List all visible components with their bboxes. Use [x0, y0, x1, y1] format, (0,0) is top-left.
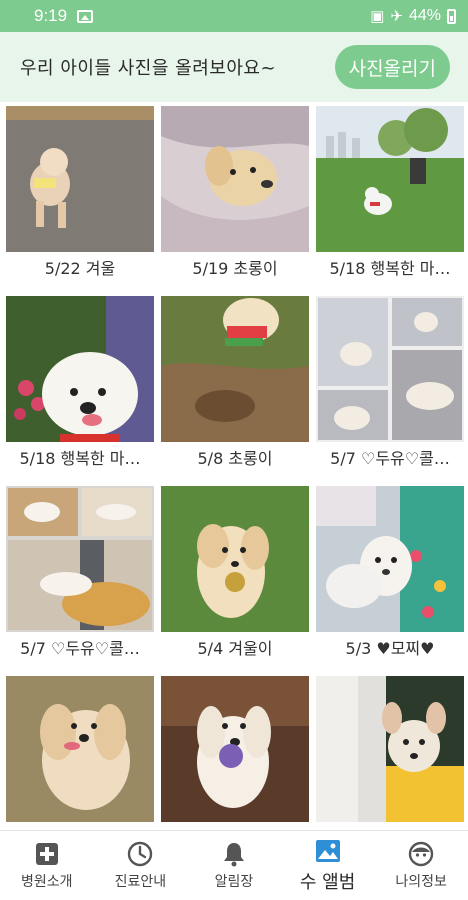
photo-thumbnail[interactable] [6, 676, 154, 822]
photo-thumbnail[interactable] [161, 296, 309, 442]
album-item[interactable]: 5/4 겨울이 [161, 486, 309, 676]
nav-hospital-info[interactable]: 병원소개 [0, 831, 94, 900]
image-icon [315, 838, 341, 864]
image-notification-icon [77, 9, 94, 23]
status-bar: 9:19 ▣ ✈ 44% [0, 0, 468, 32]
bottom-nav: 병원소개 진료안내 알림장 수 앨범 나의정보 [0, 830, 468, 900]
album-item[interactable]: 5/18 행복한 마… [6, 296, 154, 486]
airplane-mode-icon: ✈ [390, 7, 403, 25]
photo-thumbnail[interactable] [6, 296, 154, 442]
album-item[interactable]: 5/8 초롱이 [161, 296, 309, 486]
photo-thumbnail[interactable] [6, 486, 154, 632]
photo-caption: 5/7 ♡두유♡콜… [330, 449, 450, 468]
photo-thumbnail[interactable] [316, 676, 464, 822]
photo-caption: 5/18 행복한 마… [19, 449, 141, 468]
photo-caption: 5/19 초롱이 [192, 259, 278, 278]
album-item[interactable]: 5/19 초롱이 [161, 106, 309, 296]
photo-grid: 5/22 겨울 5/19 초롱이 5/18 행복한 마… 5/18 행복한 마…… [6, 106, 464, 866]
battery-icon [447, 8, 456, 24]
photo-caption: 5/4 겨울이 [197, 639, 273, 658]
photo-caption: 5/18 행복한 마… [329, 259, 451, 278]
album-item[interactable]: 5/18 행복한 마… [316, 106, 464, 296]
upload-photo-button[interactable]: 사진올리기 [334, 45, 450, 89]
status-time: 9:19 [34, 6, 68, 25]
sim-card-icon: ▣ [370, 7, 385, 25]
clock-icon [127, 841, 153, 867]
nav-label: 진료안내 [114, 873, 167, 890]
photo-thumbnail[interactable] [316, 106, 464, 252]
header-message: 우리 아이들 사진을 올려보아요~ [20, 58, 277, 79]
nav-clinic-guide[interactable]: 진료안내 [94, 831, 188, 900]
photo-caption: 5/8 초롱이 [197, 449, 273, 468]
album-item[interactable]: 5/7 ♡두유♡콜… [6, 486, 154, 676]
album-item[interactable]: 5/22 겨울 [6, 106, 154, 296]
nav-label-album: 수 앨범 [299, 871, 356, 893]
nav-album[interactable]: 수 앨범 [281, 831, 375, 900]
bell-icon [221, 841, 247, 867]
hospital-plus-icon [34, 841, 60, 867]
photo-thumbnail[interactable] [161, 486, 309, 632]
photo-thumbnail[interactable] [316, 486, 464, 632]
photo-caption: 5/22 겨울 [44, 259, 116, 278]
album-item[interactable]: 5/3 ♥모찌♥ [316, 486, 464, 676]
photo-thumbnail[interactable] [316, 296, 464, 442]
nav-label: 알림장 [214, 873, 254, 890]
album-item[interactable]: 5/7 ♡두유♡콜… [316, 296, 464, 486]
nav-my-info[interactable]: 나의정보 [374, 831, 468, 900]
photo-thumbnail[interactable] [6, 106, 154, 252]
nav-label: 나의정보 [395, 873, 447, 890]
nav-label: 병원소개 [21, 873, 73, 890]
photo-thumbnail[interactable] [161, 106, 309, 252]
album-header: 우리 아이들 사진을 올려보아요~ 사진올리기 [0, 32, 468, 102]
status-right: ▣ ✈ 44% [370, 7, 456, 25]
face-icon [408, 841, 434, 867]
photo-caption: 5/3 ♥모찌♥ [345, 639, 435, 658]
photo-caption: 5/7 ♡두유♡콜… [20, 639, 140, 658]
nav-notice[interactable]: 알림장 [187, 831, 281, 900]
battery-percent: 44% [408, 7, 441, 24]
photo-thumbnail[interactable] [161, 676, 309, 822]
